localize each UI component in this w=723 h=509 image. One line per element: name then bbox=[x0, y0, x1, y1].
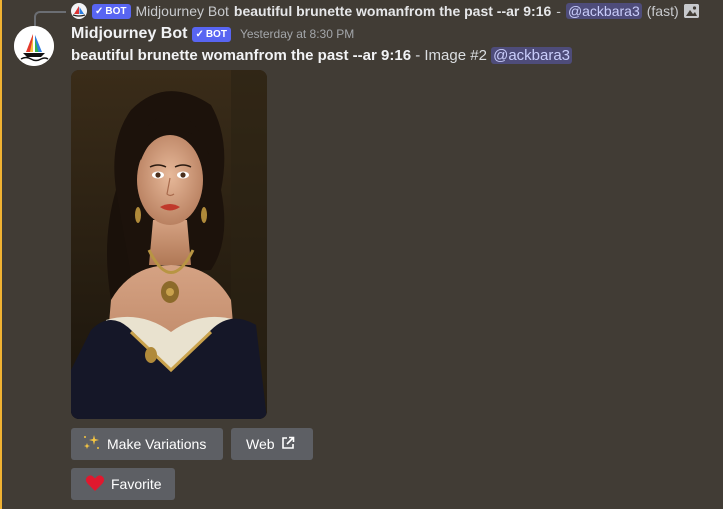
reply-bot-badge: ✓ BOT bbox=[92, 3, 131, 19]
make-variations-label: Make Variations bbox=[107, 436, 207, 452]
reply-avatar[interactable] bbox=[71, 3, 87, 19]
verified-check-icon: ✓ bbox=[95, 5, 104, 17]
verified-check-icon: ✓ bbox=[195, 28, 204, 40]
reply-speed: (fast) bbox=[646, 3, 679, 19]
reply-separator: - bbox=[556, 3, 561, 19]
message-header: Midjourney Bot ✓ BOT Yesterday at 8:30 P… bbox=[71, 25, 354, 43]
make-variations-button[interactable]: Make Variations bbox=[71, 428, 223, 460]
favorite-label: Favorite bbox=[111, 476, 162, 492]
reply-spine bbox=[34, 11, 66, 26]
bot-badge: ✓ BOT bbox=[192, 26, 231, 42]
reply-preview[interactable]: ✓ BOT Midjourney Bot beautiful brunette … bbox=[71, 2, 699, 20]
message-mention[interactable]: @ackbara3 bbox=[491, 47, 573, 64]
external-link-icon bbox=[281, 436, 295, 453]
favorite-button[interactable]: Favorite bbox=[71, 468, 175, 500]
reply-bot-badge-label: BOT bbox=[105, 5, 127, 17]
web-label: Web bbox=[246, 436, 275, 452]
author-avatar[interactable] bbox=[14, 26, 54, 66]
reply-prompt[interactable]: beautiful brunette womanfrom the past --… bbox=[234, 3, 551, 19]
generated-image[interactable] bbox=[71, 70, 267, 419]
message-suffix: - Image #2 bbox=[411, 47, 492, 64]
message-content: beautiful brunette womanfrom the past --… bbox=[71, 47, 573, 64]
message-timestamp[interactable]: Yesterday at 8:30 PM bbox=[240, 27, 354, 41]
highlight-accent-bar bbox=[0, 0, 2, 509]
bot-badge-label: BOT bbox=[205, 28, 227, 40]
reply-mention[interactable]: @ackbara3 bbox=[565, 3, 642, 19]
heart-icon bbox=[85, 474, 105, 495]
author-name[interactable]: Midjourney Bot bbox=[71, 25, 187, 43]
reply-author[interactable]: Midjourney Bot bbox=[136, 3, 229, 19]
sparkles-icon bbox=[83, 434, 101, 455]
image-icon bbox=[683, 4, 699, 18]
message-prompt: beautiful brunette womanfrom the past --… bbox=[71, 47, 412, 64]
web-link-button[interactable]: Web bbox=[231, 428, 313, 460]
